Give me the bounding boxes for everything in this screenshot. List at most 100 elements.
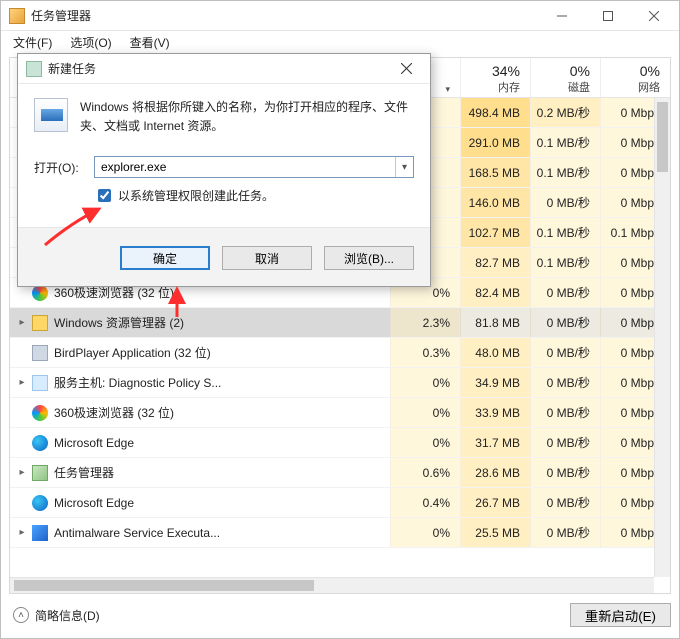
expand-icon[interactable]: ▸ bbox=[14, 375, 30, 391]
folder-icon bbox=[32, 315, 48, 331]
cpu-cell: 0.4% bbox=[390, 488, 460, 517]
table-row[interactable]: ▸Microsoft Edge0.4%26.7 MB0 MB/秒0 Mbps bbox=[10, 488, 670, 518]
maximize-button[interactable] bbox=[585, 1, 631, 31]
column-header-memory[interactable]: 34% 内存 bbox=[460, 58, 530, 97]
table-row[interactable]: ▸BirdPlayer Application (32 位)0.3%48.0 M… bbox=[10, 338, 670, 368]
app-icon bbox=[9, 8, 25, 24]
sort-indicator-icon: ▾ bbox=[445, 84, 450, 95]
chevron-down-icon[interactable]: ▾ bbox=[395, 157, 413, 177]
process-name-cell: ▸Microsoft Edge bbox=[10, 435, 390, 451]
table-row[interactable]: ▸任务管理器0.6%28.6 MB0 MB/秒0 Mbps bbox=[10, 458, 670, 488]
memory-cell: 33.9 MB bbox=[460, 398, 530, 427]
disk-cell: 0 MB/秒 bbox=[530, 428, 600, 457]
vertical-scrollbar[interactable] bbox=[654, 98, 670, 577]
dialog-title: 新建任务 bbox=[48, 60, 96, 77]
new-task-dialog: 新建任务 Windows 将根据你所键入的名称，为你打开相应的程序、文件夹、文档… bbox=[17, 53, 431, 287]
ok-button[interactable]: 确定 bbox=[120, 246, 210, 270]
minimize-button[interactable] bbox=[539, 1, 585, 31]
memory-cell: 48.0 MB bbox=[460, 338, 530, 367]
dialog-description: Windows 将根据你所键入的名称，为你打开相应的程序、文件夹、文档或 Int… bbox=[80, 98, 414, 136]
expand-icon[interactable]: ▸ bbox=[14, 465, 30, 481]
memory-cell: 146.0 MB bbox=[460, 188, 530, 217]
memory-cell: 26.7 MB bbox=[460, 488, 530, 517]
disk-cell: 0.2 MB/秒 bbox=[530, 98, 600, 127]
admin-checkbox-row[interactable]: 以系统管理权限创建此任务。 bbox=[94, 186, 414, 205]
memory-cell: 168.5 MB bbox=[460, 158, 530, 187]
open-combobox[interactable]: ▾ bbox=[94, 156, 414, 178]
tm-icon bbox=[32, 465, 48, 481]
memory-cell: 81.8 MB bbox=[460, 308, 530, 337]
cpu-cell: 0% bbox=[390, 428, 460, 457]
disk-cell: 0 MB/秒 bbox=[530, 368, 600, 397]
fewer-details-button[interactable]: ˄ 简略信息(D) bbox=[9, 605, 104, 626]
memory-cell: 82.4 MB bbox=[460, 278, 530, 307]
memory-cell: 498.4 MB bbox=[460, 98, 530, 127]
360-icon bbox=[32, 405, 48, 421]
disk-cell: 0 MB/秒 bbox=[530, 308, 600, 337]
process-name: BirdPlayer Application (32 位) bbox=[54, 344, 211, 361]
menu-view[interactable]: 查看(V) bbox=[122, 32, 178, 53]
restart-button[interactable]: 重新启动(E) bbox=[570, 603, 671, 627]
disk-cell: 0 MB/秒 bbox=[530, 398, 600, 427]
menubar: 文件(F) 选项(O) 查看(V) bbox=[1, 31, 679, 53]
process-name: 任务管理器 bbox=[54, 464, 114, 481]
process-name: Windows 资源管理器 (2) bbox=[54, 314, 184, 331]
process-name-cell: ▸ Windows 资源管理器 (2) bbox=[10, 314, 390, 331]
cancel-button[interactable]: 取消 bbox=[222, 246, 312, 270]
gear-icon bbox=[32, 375, 48, 391]
expand-icon[interactable]: ▸ bbox=[14, 315, 30, 331]
table-row[interactable]: ▸Antimalware Service Executa...0%25.5 MB… bbox=[10, 518, 670, 548]
cpu-cell: 0.3% bbox=[390, 338, 460, 367]
task-manager-window: 任务管理器 文件(F) 选项(O) 查看(V) ▾ 34% 内存 bbox=[0, 0, 680, 639]
table-row[interactable]: ▸360极速浏览器 (32 位)0%33.9 MB0 MB/秒0 Mbps bbox=[10, 398, 670, 428]
process-name: Microsoft Edge bbox=[54, 496, 134, 510]
table-row[interactable]: ▸ 服务主机: Diagnostic Policy S... 0%34.9 MB0 … bbox=[10, 368, 670, 398]
memory-cell: 291.0 MB bbox=[460, 128, 530, 157]
run-icon bbox=[34, 98, 68, 132]
column-header-disk[interactable]: 0% 磁盘 bbox=[530, 58, 600, 97]
generic-icon bbox=[32, 345, 48, 361]
admin-checkbox[interactable] bbox=[98, 189, 111, 202]
disk-cell: 0.1 MB/秒 bbox=[530, 158, 600, 187]
shield-icon bbox=[32, 525, 48, 541]
dialog-close-button[interactable] bbox=[386, 55, 426, 83]
process-name-cell: ▸360极速浏览器 (32 位) bbox=[10, 404, 390, 421]
disk-cell: 0 MB/秒 bbox=[530, 188, 600, 217]
dialog-buttons: 确定 取消 浏览(B)... bbox=[18, 227, 430, 286]
statusbar: ˄ 简略信息(D) 重新启动(E) bbox=[9, 600, 671, 630]
table-row[interactable]: ▸Windows 资源管理器 (2)2.3%81.8 MB0 MB/秒0 Mbp… bbox=[10, 308, 670, 338]
expand-icon[interactable]: ▸ bbox=[14, 525, 30, 541]
column-header-network[interactable]: 0% 网络 bbox=[600, 58, 670, 97]
disk-cell: 0 MB/秒 bbox=[530, 518, 600, 547]
process-name-cell: ▸ 任务管理器 bbox=[10, 464, 390, 481]
table-row[interactable]: ▸Microsoft Edge0%31.7 MB0 MB/秒0 Mbps bbox=[10, 428, 670, 458]
process-name: Microsoft Edge bbox=[54, 436, 134, 450]
process-name-cell: ▸Antimalware Service Executa... bbox=[10, 525, 390, 541]
open-label: 打开(O): bbox=[34, 159, 86, 176]
close-button[interactable] bbox=[631, 1, 677, 31]
chevron-up-icon: ˄ bbox=[13, 607, 29, 623]
cpu-cell: 0% bbox=[390, 398, 460, 427]
memory-cell: 102.7 MB bbox=[460, 218, 530, 247]
memory-cell: 34.9 MB bbox=[460, 368, 530, 397]
process-name: 服务主机: Diagnostic Policy S... bbox=[54, 374, 221, 391]
cpu-cell: 0.6% bbox=[390, 458, 460, 487]
menu-file[interactable]: 文件(F) bbox=[5, 32, 60, 53]
cpu-cell: 0% bbox=[390, 368, 460, 397]
edge-icon bbox=[32, 435, 48, 451]
dialog-titlebar: 新建任务 bbox=[18, 54, 430, 84]
edge-icon bbox=[32, 495, 48, 511]
titlebar: 任务管理器 bbox=[1, 1, 679, 31]
disk-cell: 0.1 MB/秒 bbox=[530, 128, 600, 157]
horizontal-scrollbar[interactable] bbox=[10, 577, 654, 593]
process-name-cell: ▸Microsoft Edge bbox=[10, 495, 390, 511]
cpu-cell: 0% bbox=[390, 518, 460, 547]
disk-cell: 0 MB/秒 bbox=[530, 458, 600, 487]
cpu-cell: 2.3% bbox=[390, 308, 460, 337]
menu-options[interactable]: 选项(O) bbox=[62, 32, 119, 53]
memory-cell: 31.7 MB bbox=[460, 428, 530, 457]
open-input[interactable] bbox=[95, 160, 395, 174]
admin-label: 以系统管理权限创建此任务。 bbox=[118, 187, 274, 204]
browse-button[interactable]: 浏览(B)... bbox=[324, 246, 414, 270]
disk-cell: 0 MB/秒 bbox=[530, 338, 600, 367]
